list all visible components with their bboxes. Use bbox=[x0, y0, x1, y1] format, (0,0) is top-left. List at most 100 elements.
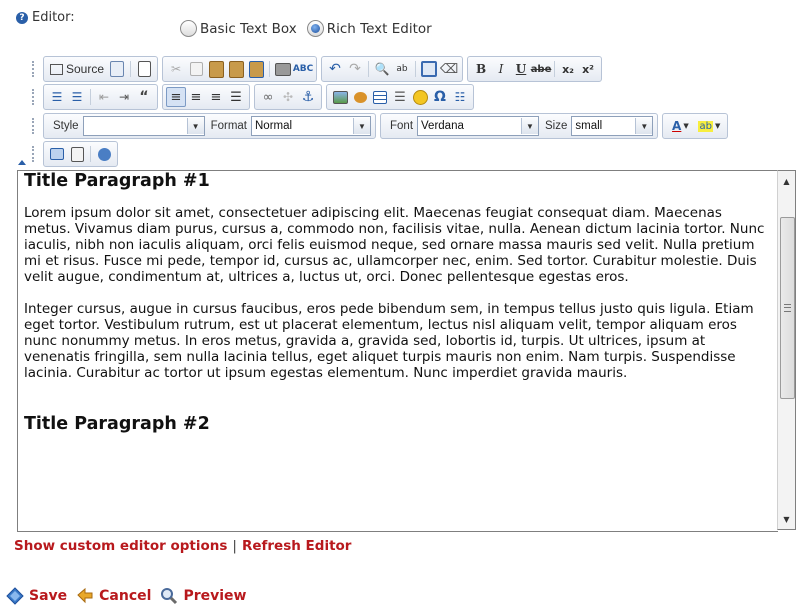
editor-label: Editor: bbox=[32, 10, 75, 25]
justify-center-button[interactable]: ≡ bbox=[186, 87, 206, 107]
scrollbar-thumb[interactable] bbox=[780, 217, 795, 399]
copy-button[interactable] bbox=[186, 59, 206, 79]
replace-button[interactable]: ab bbox=[392, 59, 412, 79]
undo-icon: ↶ bbox=[329, 61, 341, 77]
print-button[interactable] bbox=[273, 59, 293, 79]
bulleted-list-button[interactable]: ☰ bbox=[67, 87, 87, 107]
toolbar-row-3: Style ▼ Format Normal ▼ Font Verdana ▼ S… bbox=[18, 113, 732, 139]
rich-text-editor-label[interactable]: Rich Text Editor bbox=[327, 21, 432, 37]
help-circle-icon bbox=[97, 147, 111, 161]
find-button[interactable]: 🔍 bbox=[372, 59, 392, 79]
style-select[interactable]: ▼ bbox=[82, 116, 205, 136]
justify-block-button[interactable]: ☰ bbox=[226, 87, 246, 107]
indent-button[interactable]: ⇥ bbox=[114, 87, 134, 107]
separator bbox=[90, 146, 91, 162]
chevron-down-icon: ▼ bbox=[683, 122, 689, 130]
justify-left-button[interactable]: ≡ bbox=[166, 87, 186, 107]
separator bbox=[554, 61, 556, 77]
smiley-button[interactable] bbox=[410, 87, 430, 107]
chevron-down-icon[interactable]: ▼ bbox=[186, 118, 204, 134]
chevron-down-icon[interactable]: ▼ bbox=[635, 118, 653, 134]
paste-button[interactable] bbox=[206, 59, 226, 79]
cancel-button[interactable]: Cancel bbox=[75, 586, 151, 606]
strikethrough-button[interactable]: abe bbox=[531, 59, 552, 79]
editor-scrollbar[interactable]: ▲ ▼ bbox=[777, 170, 796, 530]
table-icon bbox=[373, 90, 387, 104]
chevron-down-icon[interactable]: ▼ bbox=[353, 118, 370, 134]
indent-icon: ⇥ bbox=[118, 90, 130, 104]
select-all-button[interactable] bbox=[419, 59, 439, 79]
separator bbox=[130, 61, 132, 77]
outdent-button[interactable]: ⇤ bbox=[94, 87, 114, 107]
templates-icon bbox=[137, 61, 151, 77]
size-select[interactable]: small ▼ bbox=[571, 116, 654, 136]
bulleted-list-icon: ☰ bbox=[71, 90, 83, 104]
scroll-down-arrow-icon[interactable]: ▼ bbox=[778, 511, 795, 527]
link-separator: | bbox=[232, 538, 237, 554]
help-icon[interactable]: ? bbox=[16, 11, 28, 24]
cut-button[interactable]: ✂ bbox=[166, 59, 186, 79]
editor-content[interactable]: Title Paragraph #1 Lorem ipsum dolor sit… bbox=[17, 170, 778, 532]
maximize-button[interactable] bbox=[47, 144, 67, 164]
toolbar-grip[interactable] bbox=[32, 61, 38, 77]
justify-right-button[interactable]: ≡ bbox=[206, 87, 226, 107]
align-left-icon: ≡ bbox=[170, 89, 182, 105]
toolbar-group-edit: ↶ ↷ 🔍 ab ⌫ bbox=[321, 56, 464, 82]
subscript-button[interactable]: x₂ bbox=[558, 59, 578, 79]
scroll-up-arrow-icon[interactable]: ▲ bbox=[778, 173, 795, 189]
scissors-icon: ✂ bbox=[171, 62, 182, 76]
chevron-down-icon[interactable]: ▼ bbox=[521, 118, 539, 134]
paste-text-button[interactable] bbox=[226, 59, 246, 79]
paste-word-button[interactable] bbox=[246, 59, 266, 79]
underline-button[interactable]: U bbox=[511, 59, 531, 79]
smiley-icon bbox=[412, 89, 428, 105]
flash-button[interactable] bbox=[350, 87, 370, 107]
collapse-toolbar-icon[interactable] bbox=[18, 160, 26, 165]
anchor-button[interactable]: ⚓ bbox=[298, 87, 318, 107]
rich-text-editor-radio[interactable] bbox=[306, 20, 324, 37]
editor-toolbar: Source ✂ ABC ↶ ↷ 🔍 ab ⌫ B I U abe x₂ x² … bbox=[18, 50, 792, 170]
bold-button[interactable]: B bbox=[471, 59, 491, 79]
select-all-icon bbox=[421, 61, 438, 77]
undo-button[interactable]: ↶ bbox=[325, 59, 345, 79]
superscript-button[interactable]: x² bbox=[578, 59, 598, 79]
text-color-button[interactable]: A ▼ bbox=[666, 116, 694, 136]
toolbar-grip[interactable] bbox=[32, 89, 38, 105]
editor-mode-group: Basic Text Box Rich Text Editor bbox=[180, 20, 442, 37]
refresh-editor-link[interactable]: Refresh Editor bbox=[242, 538, 351, 554]
format-select[interactable]: Normal ▼ bbox=[251, 116, 371, 136]
toolbar-grip[interactable] bbox=[32, 118, 38, 134]
source-button[interactable]: Source bbox=[47, 59, 107, 79]
save-button[interactable]: Save bbox=[5, 586, 67, 606]
toolbar-row-4 bbox=[18, 141, 122, 167]
italic-button[interactable]: I bbox=[491, 59, 511, 79]
image-button[interactable] bbox=[330, 87, 350, 107]
horizontal-rule-button[interactable]: ☰ bbox=[390, 87, 410, 107]
redo-button[interactable]: ↷ bbox=[345, 59, 365, 79]
preview-page-button[interactable] bbox=[107, 59, 127, 79]
remove-format-button[interactable]: ⌫ bbox=[439, 59, 459, 79]
spellcheck-button[interactable]: ABC bbox=[293, 59, 313, 79]
preview-button[interactable]: Preview bbox=[159, 586, 246, 606]
link-button[interactable]: ∞ bbox=[258, 87, 278, 107]
toolbar-grip[interactable] bbox=[32, 146, 38, 162]
templates-button[interactable] bbox=[134, 59, 154, 79]
basic-text-box-radio[interactable] bbox=[180, 20, 197, 37]
editor-document[interactable]: Title Paragraph #1 Lorem ipsum dolor sit… bbox=[18, 171, 778, 435]
about-button[interactable] bbox=[94, 144, 114, 164]
unlink-button[interactable]: ✣ bbox=[278, 87, 298, 107]
chevron-down-icon: ▼ bbox=[714, 122, 721, 130]
table-button[interactable] bbox=[370, 87, 390, 107]
blockquote-button[interactable]: “ bbox=[134, 87, 154, 107]
show-blocks-button[interactable] bbox=[67, 144, 87, 164]
basic-text-box-label[interactable]: Basic Text Box bbox=[200, 21, 297, 37]
redo-icon: ↷ bbox=[349, 61, 361, 77]
font-select[interactable]: Verdana ▼ bbox=[417, 116, 540, 136]
show-custom-editor-options-link[interactable]: Show custom editor options bbox=[14, 538, 227, 554]
page-break-button[interactable]: ☷ bbox=[450, 87, 470, 107]
numbered-list-button[interactable]: ☰ bbox=[47, 87, 67, 107]
special-char-button[interactable]: Ω bbox=[430, 87, 450, 107]
separator bbox=[415, 61, 417, 77]
background-color-button[interactable]: ab ▼ bbox=[694, 116, 724, 136]
separator bbox=[368, 61, 370, 77]
